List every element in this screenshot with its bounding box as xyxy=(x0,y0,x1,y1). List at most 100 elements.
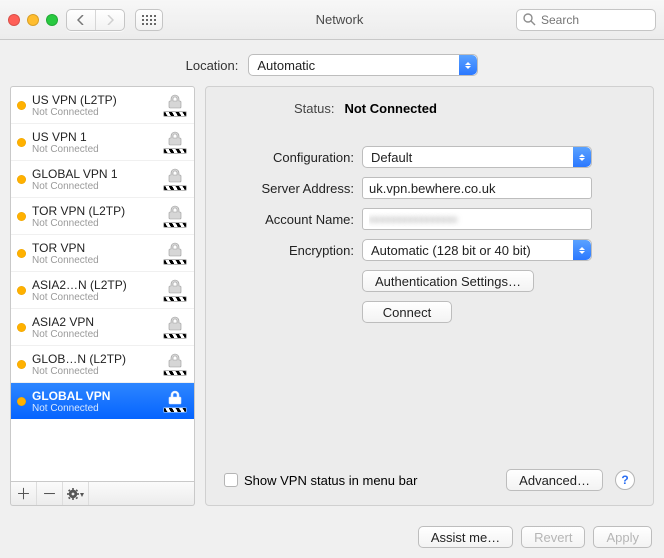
vpn-lock-icon xyxy=(162,314,188,340)
service-text: GLOBAL VPN 1Not Connected xyxy=(32,167,156,192)
vpn-lock-icon xyxy=(162,388,188,414)
nav-segment xyxy=(66,9,125,31)
status-row: Status: Not Connected xyxy=(224,101,635,116)
search-input[interactable] xyxy=(516,9,656,31)
service-name: TOR VPN (L2TP) xyxy=(32,204,156,218)
connect-button[interactable]: Connect xyxy=(362,301,452,323)
service-name: GLOBAL VPN xyxy=(32,389,156,403)
sidebar-item[interactable]: ASIA2…N (L2TP)Not Connected xyxy=(11,272,194,309)
sidebar-item[interactable]: TOR VPN (L2TP)Not Connected xyxy=(11,198,194,235)
service-text: TOR VPN (L2TP)Not Connected xyxy=(32,204,156,229)
account-name-input[interactable] xyxy=(362,208,592,230)
service-name: US VPN (L2TP) xyxy=(32,93,156,107)
status-dot-icon xyxy=(17,360,26,369)
main-area: US VPN (L2TP)Not ConnectedUS VPN 1Not Co… xyxy=(0,86,664,506)
configuration-select[interactable]: Default xyxy=(362,146,592,168)
status-dot-icon xyxy=(17,323,26,332)
service-name: GLOB…N (L2TP) xyxy=(32,352,156,366)
status-dot-icon xyxy=(17,397,26,406)
forward-button[interactable] xyxy=(96,10,124,30)
sidebar-item[interactable]: GLOB…N (L2TP)Not Connected xyxy=(11,346,194,383)
vpn-lock-icon xyxy=(162,166,188,192)
select-arrows-icon xyxy=(459,55,477,75)
service-status: Not Connected xyxy=(32,292,156,303)
vpn-lock-icon xyxy=(162,240,188,266)
status-dot-icon xyxy=(17,286,26,295)
service-name: ASIA2 VPN xyxy=(32,315,156,329)
show-vpn-status-checkbox[interactable] xyxy=(224,473,238,487)
search-icon xyxy=(522,12,536,26)
select-arrows-icon xyxy=(573,240,591,260)
configuration-value: Default xyxy=(371,150,412,165)
chevron-right-icon xyxy=(106,15,114,25)
revert-button[interactable]: Revert xyxy=(521,526,585,548)
service-status: Not Connected xyxy=(32,403,156,414)
location-row: Location: Automatic xyxy=(0,40,664,86)
sidebar-item[interactable]: ASIA2 VPNNot Connected xyxy=(11,309,194,346)
status-dot-icon xyxy=(17,212,26,221)
server-address-input[interactable] xyxy=(362,177,592,199)
titlebar: Network xyxy=(0,0,664,40)
status-dot-icon xyxy=(17,101,26,110)
advanced-button[interactable]: Advanced… xyxy=(506,469,603,491)
sidebar: US VPN (L2TP)Not ConnectedUS VPN 1Not Co… xyxy=(10,86,195,506)
close-window-button[interactable] xyxy=(8,14,20,26)
location-value: Automatic xyxy=(257,58,315,73)
service-text: GLOBAL VPNNot Connected xyxy=(32,389,156,414)
encryption-select[interactable]: Automatic (128 bit or 40 bit) xyxy=(362,239,592,261)
show-vpn-status-label: Show VPN status in menu bar xyxy=(244,473,417,488)
panel-bottom-row: Show VPN status in menu bar Advanced… ? xyxy=(224,469,635,491)
status-dot-icon xyxy=(17,175,26,184)
service-text: US VPN (L2TP)Not Connected xyxy=(32,93,156,118)
window-controls xyxy=(8,14,58,26)
vpn-lock-icon xyxy=(162,129,188,155)
configuration-label: Configuration: xyxy=(224,150,354,165)
vpn-lock-icon xyxy=(162,203,188,229)
window-title: Network xyxy=(171,12,508,27)
remove-service-button[interactable]: － xyxy=(37,482,63,505)
service-text: US VPN 1Not Connected xyxy=(32,130,156,155)
service-list[interactable]: US VPN (L2TP)Not ConnectedUS VPN 1Not Co… xyxy=(10,86,195,482)
detail-panel: Status: Not Connected Configuration: Def… xyxy=(205,86,654,506)
encryption-value: Automatic (128 bit or 40 bit) xyxy=(371,243,531,258)
sidebar-item[interactable]: GLOBAL VPNNot Connected xyxy=(11,383,194,419)
sidebar-item[interactable]: US VPN (L2TP)Not Connected xyxy=(11,87,194,124)
sidebar-item[interactable]: TOR VPNNot Connected xyxy=(11,235,194,272)
sidebar-item[interactable]: GLOBAL VPN 1Not Connected xyxy=(11,161,194,198)
gear-icon xyxy=(67,488,85,500)
service-actions-button[interactable] xyxy=(63,482,89,505)
select-arrows-icon xyxy=(573,147,591,167)
minimize-window-button[interactable] xyxy=(27,14,39,26)
assist-me-button[interactable]: Assist me… xyxy=(418,526,513,548)
add-service-button[interactable]: ＋ xyxy=(11,482,37,505)
encryption-label: Encryption: xyxy=(224,243,354,258)
grid-icon xyxy=(142,15,156,25)
apply-button[interactable]: Apply xyxy=(593,526,652,548)
status-dot-icon xyxy=(17,138,26,147)
vpn-lock-icon xyxy=(162,92,188,118)
account-name-label: Account Name: xyxy=(224,212,354,227)
service-text: GLOB…N (L2TP)Not Connected xyxy=(32,352,156,377)
service-status: Not Connected xyxy=(32,366,156,377)
back-button[interactable] xyxy=(67,10,95,30)
service-name: TOR VPN xyxy=(32,241,156,255)
zoom-window-button[interactable] xyxy=(46,14,58,26)
search-field-wrap xyxy=(516,9,656,31)
authentication-settings-button[interactable]: Authentication Settings… xyxy=(362,270,534,292)
service-status: Not Connected xyxy=(32,181,156,192)
service-text: TOR VPNNot Connected xyxy=(32,241,156,266)
sidebar-item[interactable]: US VPN 1Not Connected xyxy=(11,124,194,161)
status-value: Not Connected xyxy=(344,101,436,116)
vpn-lock-icon xyxy=(162,351,188,377)
service-status: Not Connected xyxy=(32,255,156,266)
sidebar-toolbar: ＋ － xyxy=(10,482,195,506)
footer-buttons: Assist me… Revert Apply xyxy=(418,526,652,548)
location-label: Location: xyxy=(186,58,239,73)
help-button[interactable]: ? xyxy=(615,470,635,490)
location-select[interactable]: Automatic xyxy=(248,54,478,76)
chevron-down-icon xyxy=(80,493,84,497)
show-all-button[interactable] xyxy=(135,9,163,31)
service-name: ASIA2…N (L2TP) xyxy=(32,278,156,292)
service-text: ASIA2…N (L2TP)Not Connected xyxy=(32,278,156,303)
vpn-lock-icon xyxy=(162,277,188,303)
